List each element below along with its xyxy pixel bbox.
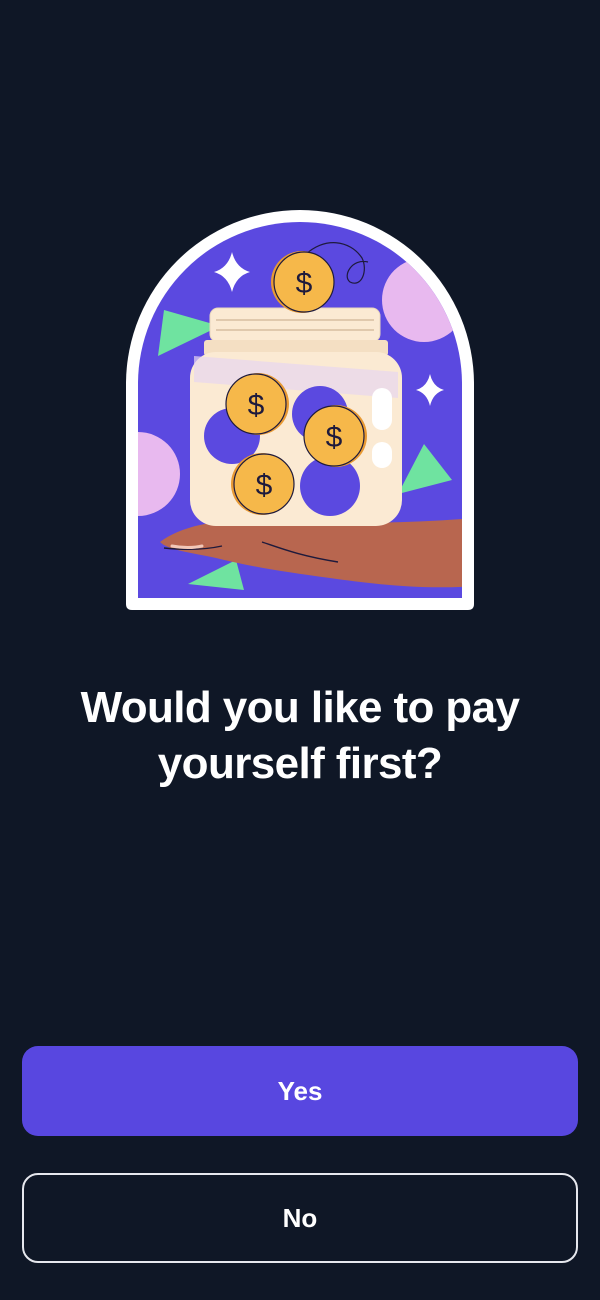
svg-text:$: $ (296, 267, 313, 300)
coin-icon: $ (303, 405, 367, 467)
svg-text:$: $ (256, 469, 273, 502)
onboarding-question: Would you like to pay yourself first? (80, 683, 520, 788)
coin-icon: $ (231, 453, 295, 515)
coin-icon: $ (225, 373, 289, 435)
coin-icon: $ (271, 251, 335, 313)
yes-button-label: Yes (277, 1075, 323, 1106)
no-button-label: No (282, 1202, 318, 1233)
yes-button[interactable]: Yes (22, 1046, 578, 1136)
svg-text:$: $ (248, 389, 265, 422)
coin-jar-icon: $ $ $ $ (124, 206, 476, 611)
svg-text:$: $ (326, 421, 343, 454)
no-button[interactable]: No (22, 1173, 578, 1263)
